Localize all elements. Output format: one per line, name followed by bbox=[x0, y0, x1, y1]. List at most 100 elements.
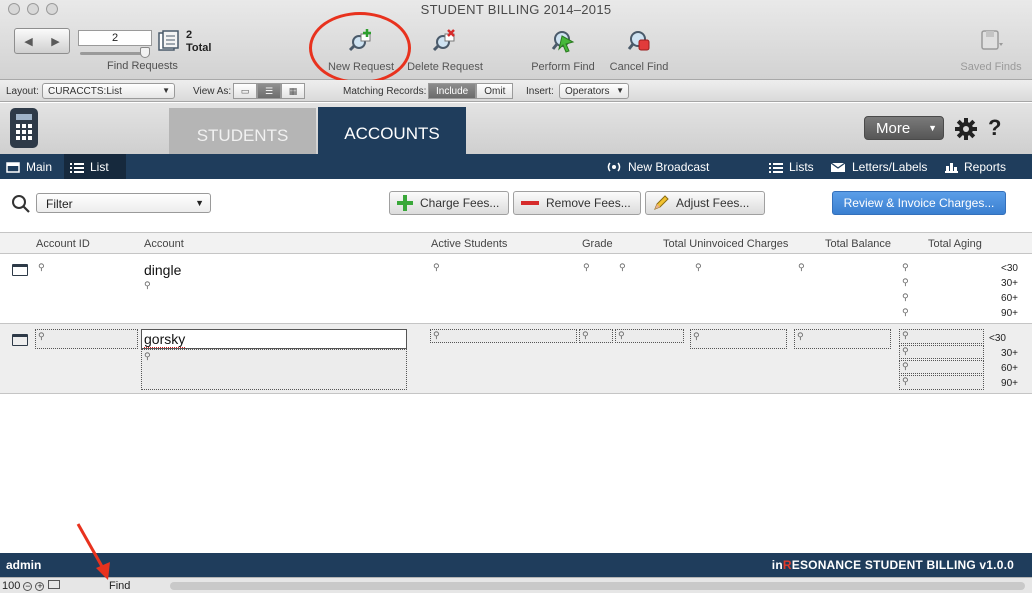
nav-reports[interactable]: Reports bbox=[945, 160, 1006, 174]
app-header: STUDENTS ACCOUNTS More ▼ ? bbox=[0, 103, 1032, 154]
grade-to-find-field[interactable]: ⚲ bbox=[615, 329, 684, 343]
table-row[interactable]: ⚲ dingle ⚲ ⚲ ⚲ ⚲ ⚲ ⚲ ⚲ ⚲ ⚲ ⚲ <30 30+ 60+… bbox=[0, 254, 1032, 324]
aging-lt30-find-field[interactable]: ⚲ bbox=[899, 329, 984, 344]
zoom-control[interactable]: 100 − + bbox=[2, 580, 60, 592]
find-field-icon[interactable]: ⚲ bbox=[38, 262, 45, 273]
nav-list[interactable]: List bbox=[70, 160, 109, 174]
col-total-uninvoiced[interactable]: Total Uninvoiced Charges bbox=[663, 238, 788, 250]
broadcast-icon bbox=[607, 162, 621, 172]
tab-students[interactable]: STUDENTS bbox=[169, 108, 316, 154]
col-grade[interactable]: Grade bbox=[582, 238, 613, 250]
matching-records-toggle: Include Omit bbox=[428, 83, 514, 99]
zoom-out-icon[interactable]: − bbox=[23, 582, 33, 591]
col-active-students[interactable]: Active Students bbox=[431, 238, 507, 250]
record-slider-handle[interactable] bbox=[140, 47, 150, 58]
product-brand: inRESONANCE STUDENT BILLING v1.0.0 bbox=[772, 558, 1014, 572]
uninvoiced-find-field[interactable]: ⚲ bbox=[690, 329, 787, 349]
status-bar: 100 − + Find bbox=[0, 577, 1032, 593]
find-field-icon: ⚲ bbox=[144, 351, 151, 361]
saved-finds-button[interactable]: Saved Finds bbox=[956, 28, 1026, 73]
filter-select-value: Filter bbox=[46, 197, 73, 211]
brand-rest: ESONANCE STUDENT BILLING v1.0.0 bbox=[791, 558, 1014, 572]
account-id-find-field[interactable]: ⚲ bbox=[35, 329, 138, 349]
omit-button[interactable]: Omit bbox=[476, 83, 514, 99]
gear-icon[interactable] bbox=[954, 117, 978, 141]
nav-lists[interactable]: Lists bbox=[769, 160, 814, 174]
bar-chart-icon bbox=[945, 163, 958, 173]
aging-30-find-field[interactable]: ⚲ bbox=[899, 345, 984, 359]
aging-90-find-field[interactable]: ⚲ bbox=[899, 375, 984, 390]
charge-fees-button[interactable]: Charge Fees... bbox=[389, 191, 509, 215]
find-field-icon[interactable]: ⚲ bbox=[583, 262, 590, 273]
minus-icon bbox=[521, 201, 539, 205]
find-field-icon[interactable]: ⚲ bbox=[902, 292, 909, 303]
zoom-level: 100 bbox=[2, 580, 21, 592]
account-find-field[interactable]: gorsky bbox=[141, 329, 407, 349]
operators-select[interactable]: Operators ▼ bbox=[559, 83, 629, 99]
aging-60: 60+ bbox=[1001, 363, 1018, 374]
record-icon[interactable] bbox=[12, 264, 28, 276]
review-invoice-button[interactable]: Review & Invoice Charges... bbox=[832, 191, 1006, 215]
action-bar: Filter ▼ Charge Fees... Remove Fees... A… bbox=[0, 179, 1032, 231]
aging-60-find-field[interactable]: ⚲ bbox=[899, 360, 984, 374]
list-view-icon[interactable]: ☰ bbox=[257, 83, 281, 99]
col-total-aging[interactable]: Total Aging bbox=[928, 238, 982, 250]
aging-30: 30+ bbox=[1001, 348, 1018, 359]
col-account-id[interactable]: Account ID bbox=[36, 238, 90, 250]
found-count: 2 bbox=[186, 29, 193, 41]
nav-new-broadcast[interactable]: New Broadcast bbox=[606, 160, 709, 174]
find-field-icon: ⚲ bbox=[618, 330, 625, 340]
find-requests-label: Find Requests bbox=[107, 60, 178, 72]
remove-fees-button[interactable]: Remove Fees... bbox=[513, 191, 641, 215]
active-students-find-field[interactable]: ⚲ bbox=[430, 329, 577, 343]
record-number-input[interactable]: 2 bbox=[78, 30, 152, 46]
cancel-find-button[interactable]: Cancel Find bbox=[605, 28, 673, 73]
grade-find-field[interactable]: ⚲ bbox=[579, 329, 613, 343]
record-navigator[interactable]: ◀ ▶ bbox=[14, 28, 70, 54]
table-view-icon[interactable]: ▦ bbox=[281, 83, 305, 99]
table-row[interactable]: ⚲ gorsky ⚲ ⚲ ⚲ ⚲ ⚲ ⚲ ⚲ ⚲ ⚲ ⚲ <30 30+ 60+… bbox=[0, 324, 1032, 394]
charge-fees-label: Charge Fees... bbox=[420, 196, 500, 210]
form-view-icon[interactable]: ▭ bbox=[233, 83, 257, 99]
zoom-in-icon[interactable]: + bbox=[35, 582, 45, 591]
find-field-icon[interactable]: ⚲ bbox=[433, 262, 440, 273]
find-field-icon[interactable]: ⚲ bbox=[144, 280, 151, 291]
delete-request-button[interactable]: Delete Request bbox=[403, 28, 487, 73]
nav-letters-labels-label: Letters/Labels bbox=[852, 160, 928, 174]
toggle-toolbar-icon[interactable] bbox=[47, 580, 60, 589]
tab-accounts[interactable]: ACCOUNTS bbox=[318, 107, 466, 154]
account-name[interactable]: dingle bbox=[144, 262, 181, 278]
find-field-icon[interactable]: ⚲ bbox=[902, 277, 909, 288]
help-icon[interactable]: ? bbox=[988, 115, 1001, 141]
delete-request-icon bbox=[432, 29, 455, 52]
prev-record-icon[interactable]: ◀ bbox=[24, 35, 32, 48]
layout-select[interactable]: CURACCTS:List ▼ bbox=[42, 83, 175, 99]
footer-bar: admin inRESONANCE STUDENT BILLING v1.0.0 bbox=[0, 553, 1032, 577]
more-button[interactable]: More ▼ bbox=[864, 116, 944, 140]
find-field-icon[interactable]: ⚲ bbox=[695, 262, 702, 273]
account-secondary-find-field[interactable]: ⚲ bbox=[141, 349, 407, 390]
nav-letters-labels[interactable]: Letters/Labels bbox=[830, 160, 927, 174]
find-field-icon[interactable]: ⚲ bbox=[798, 262, 805, 273]
record-icon[interactable] bbox=[12, 334, 28, 346]
find-field-icon[interactable]: ⚲ bbox=[902, 262, 909, 273]
col-account[interactable]: Account bbox=[144, 238, 184, 250]
find-field-icon[interactable]: ⚲ bbox=[619, 262, 626, 273]
filter-select[interactable]: Filter ▼ bbox=[36, 193, 211, 213]
horizontal-scrollbar[interactable] bbox=[170, 582, 1025, 590]
calculator-icon[interactable] bbox=[10, 108, 38, 148]
saved-finds-label: Saved Finds bbox=[960, 61, 1022, 73]
perform-find-label: Perform Find bbox=[531, 61, 595, 73]
perform-find-button[interactable]: Perform Find bbox=[526, 28, 600, 73]
nav-main[interactable]: Main bbox=[6, 160, 52, 174]
find-field-icon[interactable]: ⚲ bbox=[902, 307, 909, 318]
chevron-down-icon: ▼ bbox=[616, 86, 624, 95]
insert-label: Insert: bbox=[526, 86, 554, 97]
col-total-balance[interactable]: Total Balance bbox=[825, 238, 891, 250]
next-record-icon[interactable]: ▶ bbox=[51, 35, 59, 48]
balance-find-field[interactable]: ⚲ bbox=[794, 329, 891, 349]
include-button[interactable]: Include bbox=[428, 83, 477, 99]
find-field-icon: ⚲ bbox=[797, 331, 804, 341]
adjust-fees-button[interactable]: Adjust Fees... bbox=[645, 191, 765, 215]
account-find-value: gorsky bbox=[144, 331, 186, 348]
